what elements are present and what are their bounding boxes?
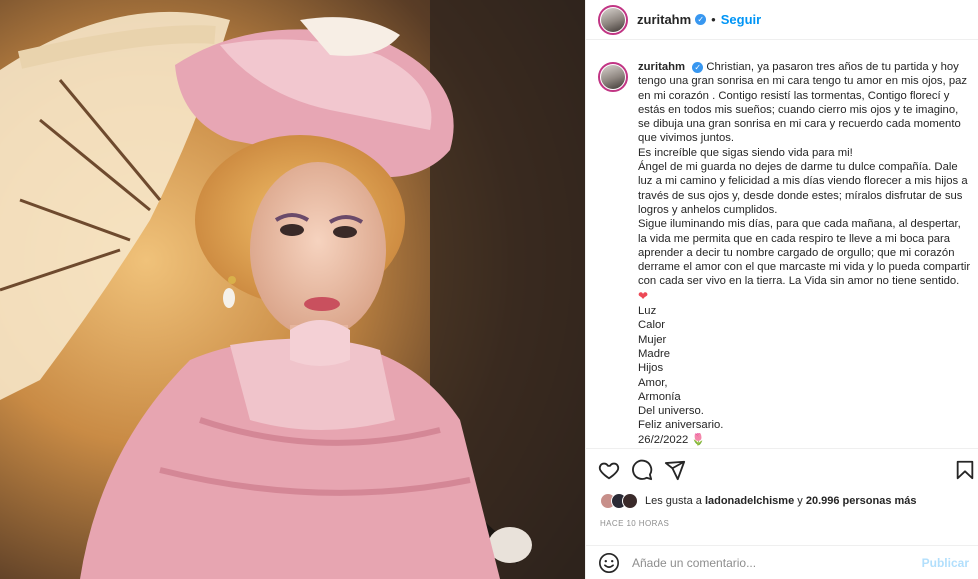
separator-dot: • [711,12,716,27]
likes-prefix: Les gusta a [645,495,702,507]
caption-word: Feliz aniversario. [638,419,724,432]
bookmark-icon[interactable] [954,459,976,481]
post-panel: zuritahm ✓ • Seguir zuritahm ✓ Christian… [585,0,978,579]
caption-paragraph-4: Sigue iluminando mis días, para que cada… [638,218,971,288]
post-header: zuritahm ✓ • Seguir [586,0,978,40]
header-username[interactable]: zuritahm [637,12,691,27]
share-icon[interactable] [664,459,686,481]
caption-word: Armonía [638,390,681,403]
caption-word: Calor [638,319,665,332]
action-bar [586,448,978,488]
likes-connector: y [797,495,803,507]
avatar[interactable] [598,4,628,35]
caption-word: Del universo. [638,405,704,418]
post-photo[interactable] [0,0,585,579]
add-comment-bar: Publicar [586,545,978,579]
comment-icon[interactable] [631,459,653,481]
caption-area: zuritahm ✓ Christian, ya pasaron tres añ… [586,60,978,446]
publish-button[interactable]: Publicar [922,556,969,570]
caption-word: Mujer [638,333,667,346]
caption-word: Luz [638,305,657,318]
caption-paragraph-2: Es increíble que sigas siendo vida para … [638,146,853,159]
heart-icon[interactable] [598,459,620,481]
portrait-illustration [0,0,585,579]
tulip-emoji: 🌷 [691,433,706,446]
caption-text: zuritahm ✓ Christian, ya pasaron tres añ… [638,60,971,446]
comment-input[interactable] [632,555,922,570]
verified-icon: ✓ [695,14,707,25]
caption-avatar[interactable] [598,62,628,92]
red-heart-emoji: ❤ [638,288,649,303]
follow-button[interactable]: Seguir [721,12,761,27]
caption-word: Amor, [638,376,668,389]
post-timestamp[interactable]: HACE 10 HORAS [600,519,669,528]
liker-avatar [622,493,638,509]
emoji-icon[interactable] [598,552,620,574]
caption-row: zuritahm ✓ Christian, ya pasaron tres añ… [598,60,971,446]
likes-count-link[interactable]: 20.996 personas más [806,495,917,507]
caption-paragraph-3: Ángel de mi guarda no dejes de darme tu … [638,161,968,216]
caption-paragraph-1: Christian, ya pasaron tres años de tu pa… [638,61,968,145]
likes-text: Les gusta a ladonadelchisme y 20.996 per… [645,495,917,507]
caption-username[interactable]: zuritahm [638,61,685,73]
verified-icon: ✓ [692,61,704,73]
caption-word: Hijos [638,362,664,375]
caption-word: Madre [638,347,671,360]
likes-summary[interactable]: Les gusta a ladonadelchisme y 20.996 per… [600,493,917,509]
caption-date: 26/2/2022 [638,433,689,446]
likes-user-link[interactable]: ladonadelchisme [705,495,794,507]
